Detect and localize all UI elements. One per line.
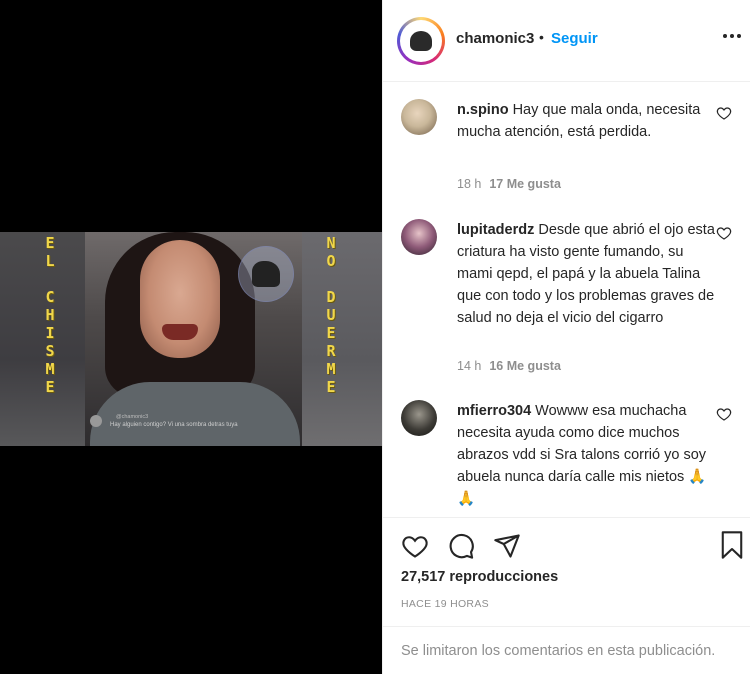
- heart-icon[interactable]: [401, 532, 429, 560]
- comment-likes[interactable]: 17 Me gusta: [489, 177, 561, 191]
- comment-body: mfierro304 Wowww esa muchacha necesita ay…: [457, 400, 717, 510]
- paper-plane-icon[interactable]: [493, 532, 521, 560]
- comment-heart-icon[interactable]: [716, 225, 732, 241]
- video-caption-handle: @chamonic3: [116, 414, 149, 420]
- comment-avatar[interactable]: [401, 99, 437, 135]
- comments-list[interactable]: n.spino Hay que mala onda, necesita mucha…: [383, 83, 750, 517]
- post-side-panel: chamonic3 • Seguir n.spino Hay que mala o…: [382, 0, 750, 674]
- video-subject-face: [140, 240, 220, 358]
- comment-time: 18 h: [457, 177, 482, 191]
- video-subject-mouth: [162, 324, 198, 340]
- separator-dot: •: [539, 29, 544, 45]
- comment-avatar[interactable]: [401, 400, 437, 436]
- comment-time: 14 h: [457, 359, 482, 373]
- avatar-image: [400, 20, 442, 62]
- comment-heart-icon[interactable]: [716, 406, 732, 422]
- post-header: chamonic3 • Seguir: [383, 0, 750, 82]
- follow-button[interactable]: Seguir: [551, 30, 598, 47]
- avatar[interactable]: [397, 17, 445, 65]
- comment-icon[interactable]: [447, 532, 475, 560]
- comments-disabled-notice: Se limitaron los comentarios en esta pub…: [383, 626, 750, 674]
- comment-meta: 14 h 16 Me gusta: [457, 359, 561, 373]
- comment-item: n.spino Hay que mala onda, necesita mucha…: [401, 99, 741, 209]
- comment-item: lupitaderdz Desde que abrió el ojo esta c…: [401, 219, 741, 389]
- post-actions-bar: [383, 517, 750, 573]
- overlay-letter: O: [326, 252, 336, 270]
- comment-likes[interactable]: 16 Me gusta: [489, 359, 561, 373]
- more-options-icon[interactable]: [723, 34, 741, 38]
- views-count[interactable]: 27,517 reproducciones: [401, 569, 558, 585]
- video-caption-avatar: [90, 415, 102, 427]
- overlay-letter: E: [326, 378, 336, 396]
- comment-username[interactable]: mfierro304: [457, 403, 531, 419]
- comment-item: mfierro304 Wowww esa muchacha necesita ay…: [401, 400, 741, 517]
- video-watermark-logo: [238, 246, 294, 302]
- video-overlay-word-left: E L C H I S M E: [41, 236, 59, 398]
- comments-disabled-text: Se limitaron los comentarios en esta pub…: [401, 643, 716, 659]
- comment-username[interactable]: lupitaderdz: [457, 222, 534, 238]
- comment-body: n.spino Hay que mala onda, necesita mucha…: [457, 99, 717, 143]
- video-caption-text: Hay alguien contigo? Vi una sombra detra…: [110, 422, 238, 428]
- video-player[interactable]: E L C H I S M E N O D U E R M E @chamoni…: [0, 232, 382, 446]
- post-username[interactable]: chamonic3: [456, 30, 534, 47]
- video-overlay-word-right: N O D U E R M E: [322, 236, 340, 398]
- media-pane: E L C H I S M E N O D U E R M E @chamoni…: [0, 0, 382, 674]
- overlay-letter: L: [45, 252, 55, 270]
- video-right-panel: [302, 232, 382, 446]
- overlay-letter: E: [45, 378, 55, 396]
- comment-heart-icon[interactable]: [716, 105, 732, 121]
- comment-meta: 18 h 17 Me gusta: [457, 177, 561, 191]
- bookmark-icon[interactable]: [719, 530, 745, 560]
- comment-body: lupitaderdz Desde que abrió el ojo esta c…: [457, 219, 717, 329]
- comment-username[interactable]: n.spino: [457, 102, 509, 118]
- post-timestamp[interactable]: HACE 19 HORAS: [401, 598, 489, 610]
- comment-avatar[interactable]: [401, 219, 437, 255]
